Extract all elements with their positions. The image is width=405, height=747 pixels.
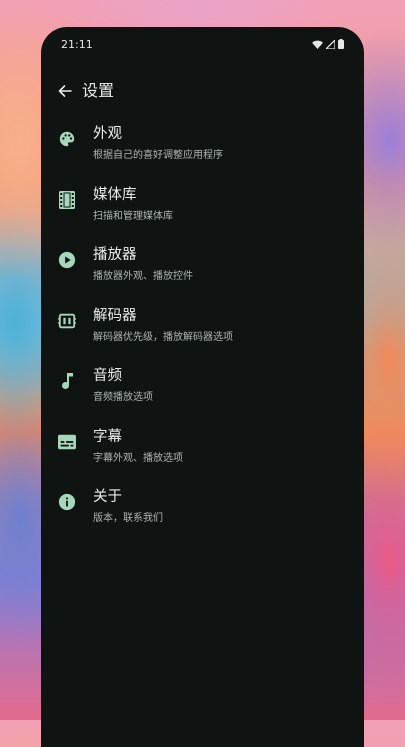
subtitles-icon [57,432,77,452]
arrow-back-icon [58,85,72,97]
settings-item-title: 播放器 [93,247,137,263]
settings-item-subtitle: 字幕外观、播放选项 [93,452,183,464]
status-icons [312,39,344,49]
settings-item-title: 字幕 [93,428,122,445]
wifi-icon [312,40,323,49]
memory-chip-icon [57,311,77,331]
play-circle-icon [57,250,77,270]
settings-list: 外观 根据自己的喜好调整应用程序 媒体库 扫描和管理媒体库 播放器 播放器外观、… [41,119,364,543]
page-title: 设置 [82,81,115,100]
settings-item-about[interactable]: 关于 版本，联系我们 [41,482,364,543]
settings-item-title: 音频 [93,368,122,384]
battery-icon [338,39,344,49]
settings-item-player[interactable]: 播放器 播放器外观、播放控件 [41,240,364,301]
settings-item-title: 关于 [93,489,122,505]
app-bar: 设置 [41,75,364,115]
settings-item-title: 解码器 [93,307,137,324]
settings-item-decoder[interactable]: 解码器 解码器优先级，播放解码器选项 [41,301,364,362]
settings-item-audio[interactable]: 音频 音频播放选项 [41,361,364,422]
settings-item-subtitle: 根据自己的喜好调整应用程序 [93,150,223,161]
palette-icon [57,129,77,149]
film-strip-icon [57,190,77,210]
signal-icon [326,39,335,49]
app-window: 21:11 设置 外观 根据自己的喜好调整应用程序 媒体库 扫描和管理媒体库 播… [41,27,364,747]
settings-item-subtitle: 音频播放选项 [93,392,153,403]
settings-item-subtitle: 播放器外观、播放控件 [93,271,193,282]
settings-item-appearance[interactable]: 外观 根据自己的喜好调整应用程序 [41,119,364,180]
info-icon [57,492,77,512]
settings-item-media-library[interactable]: 媒体库 扫描和管理媒体库 [41,180,364,241]
status-time: 21:11 [61,38,93,51]
settings-item-title: 外观 [93,126,122,142]
status-bar: 21:11 [41,27,364,61]
back-button[interactable] [53,79,77,103]
settings-item-subtitle: 扫描和管理媒体库 [93,210,173,222]
music-note-icon [57,371,77,391]
settings-item-subtitle: 版本，联系我们 [93,513,163,524]
settings-item-subtitles[interactable]: 字幕 字幕外观、播放选项 [41,422,364,483]
settings-item-title: 媒体库 [93,186,137,203]
settings-item-subtitle: 解码器优先级，播放解码器选项 [93,331,233,343]
